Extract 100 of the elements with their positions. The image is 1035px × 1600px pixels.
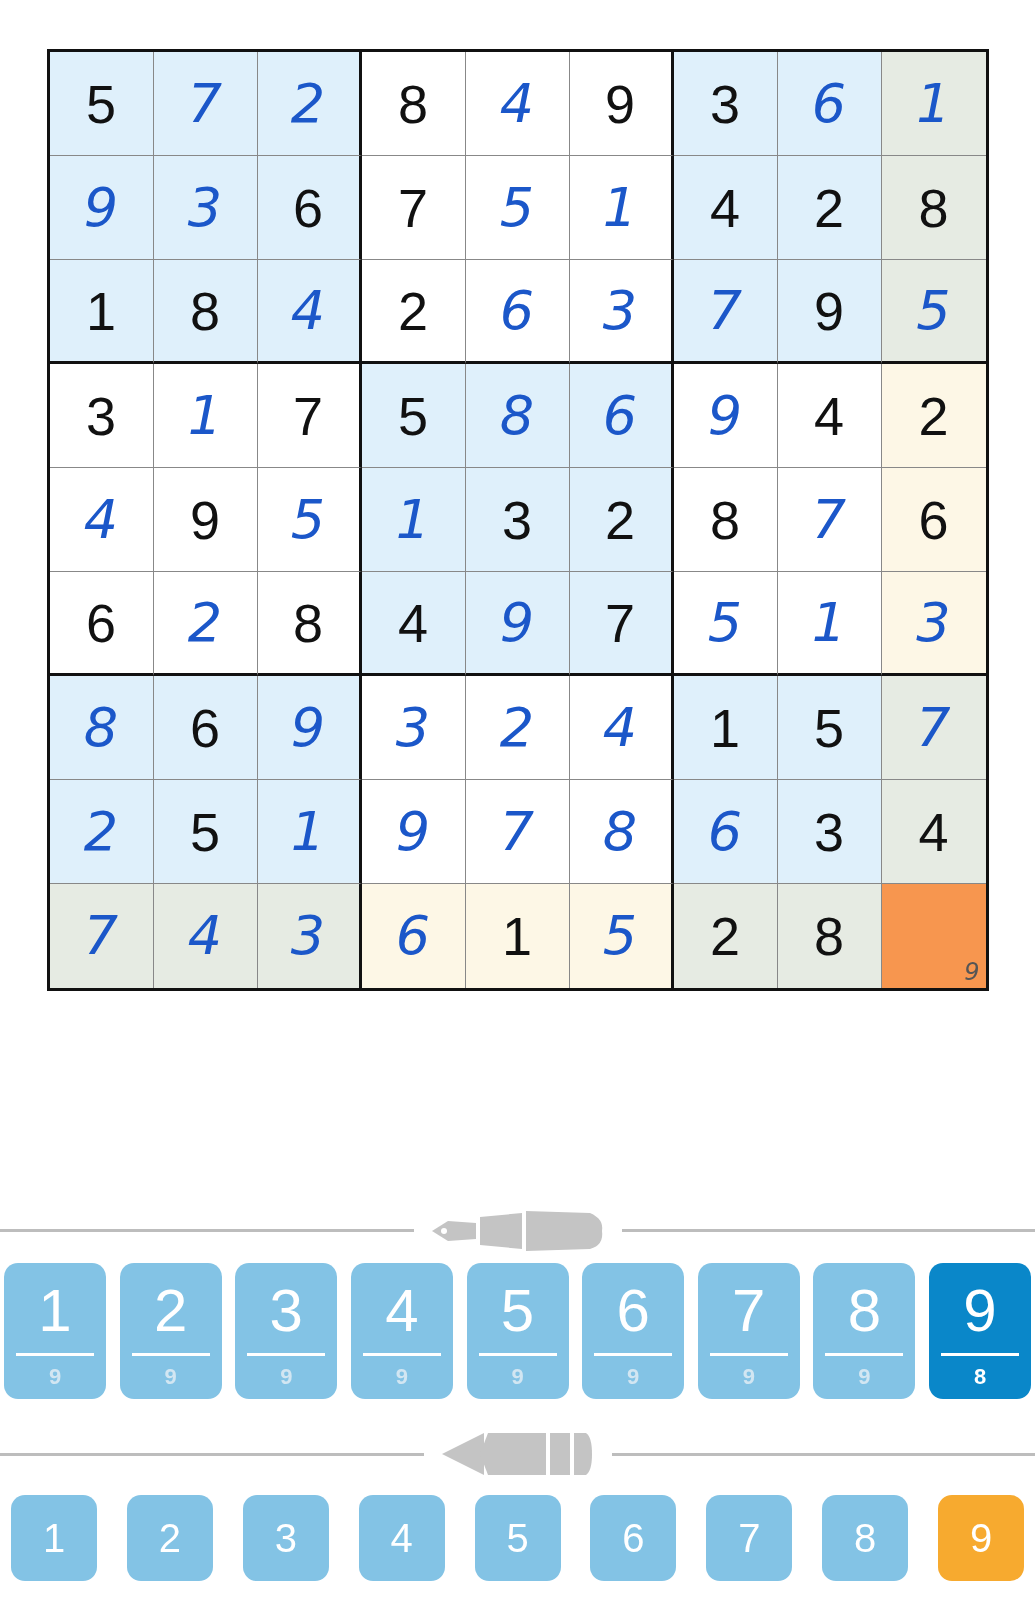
sudoku-cell[interactable]: 7: [153, 52, 258, 156]
sudoku-cell[interactable]: 1: [881, 52, 986, 156]
sudoku-cell[interactable]: 9: [673, 364, 778, 468]
cell-digit: 5: [397, 388, 428, 443]
sudoku-cell[interactable]: 1: [465, 884, 570, 988]
sudoku-cell[interactable]: 2: [361, 260, 466, 364]
sudoku-cell[interactable]: 7: [257, 364, 362, 468]
cell-digit: 8: [292, 595, 323, 650]
cell-digit: 2: [499, 700, 535, 755]
sudoku-cell[interactable]: 3: [257, 884, 362, 988]
sudoku-cell[interactable]: 4: [153, 884, 258, 988]
sudoku-cell[interactable]: 6: [673, 780, 778, 884]
sudoku-cell[interactable]: 3: [777, 780, 882, 884]
sudoku-cell[interactable]: 8: [673, 468, 778, 572]
sudoku-cell[interactable]: 8: [153, 260, 258, 364]
sudoku-cell[interactable]: 5: [257, 468, 362, 572]
sudoku-cell[interactable]: 7: [465, 780, 570, 884]
sudoku-cell[interactable]: 1: [673, 676, 778, 780]
digit-key[interactable]: 9 8: [929, 1263, 1031, 1399]
sudoku-cell[interactable]: 6: [153, 676, 258, 780]
sudoku-cell[interactable]: 8: [465, 364, 570, 468]
sudoku-cell[interactable]: 2: [881, 364, 986, 468]
cell-digit: 1: [602, 180, 638, 235]
sudoku-cell[interactable]: 7: [881, 676, 986, 780]
sudoku-cell[interactable]: 1: [361, 468, 466, 572]
cell-digit: 3: [501, 492, 532, 547]
sudoku-cell[interactable]: 6: [257, 156, 362, 260]
sudoku-cell[interactable]: 8: [569, 780, 674, 884]
cell-digit: 7: [499, 804, 535, 859]
sudoku-cell[interactable]: 3: [361, 676, 466, 780]
sudoku-cell[interactable]: 5: [569, 884, 674, 988]
sudoku-cell[interactable]: 8: [257, 572, 362, 676]
cell-digit: 5: [290, 492, 326, 547]
sudoku-cell[interactable]: 5: [49, 52, 154, 156]
cell-digit: 7: [707, 283, 743, 338]
sudoku-cell[interactable]: 8: [777, 884, 882, 988]
cell-digit: 4: [709, 180, 740, 235]
sudoku-cell[interactable]: 9: [361, 780, 466, 884]
sudoku-cell[interactable]: 9: [465, 572, 570, 676]
sudoku-cell[interactable]: 2: [673, 884, 778, 988]
sudoku-cell[interactable]: 4: [777, 364, 882, 468]
sudoku-cell[interactable]: 2: [153, 572, 258, 676]
sudoku-cell[interactable]: 2: [49, 780, 154, 884]
sudoku-cell[interactable]: 4: [361, 572, 466, 676]
sudoku-cell[interactable]: 5: [673, 572, 778, 676]
sudoku-cell[interactable]: 9: [49, 156, 154, 260]
sudoku-cell[interactable]: 1: [153, 364, 258, 468]
sudoku-cell[interactable]: 1: [569, 156, 674, 260]
sudoku-cell[interactable]: 2: [777, 156, 882, 260]
remaining-count: 9: [395, 1364, 408, 1390]
sudoku-cell[interactable]: 3: [569, 260, 674, 364]
sudoku-cell[interactable]: 6: [49, 572, 154, 676]
sudoku-cell[interactable]: 9: [881, 884, 986, 988]
sudoku-cell[interactable]: 8: [361, 52, 466, 156]
sudoku-cell[interactable]: 1: [49, 260, 154, 364]
sudoku-cell[interactable]: 7: [49, 884, 154, 988]
sudoku-cell[interactable]: 2: [465, 676, 570, 780]
sudoku-cell[interactable]: 9: [153, 468, 258, 572]
sudoku-cell[interactable]: 6: [569, 364, 674, 468]
sudoku-cell[interactable]: 1: [257, 780, 362, 884]
sudoku-cell[interactable]: 9: [569, 52, 674, 156]
cell-digit: 8: [397, 76, 428, 131]
sudoku-cell[interactable]: 4: [569, 676, 674, 780]
cell-digit: 6: [918, 492, 949, 547]
sudoku-cell[interactable]: 2: [257, 52, 362, 156]
cell-digit: 3: [813, 804, 844, 859]
sudoku-cell[interactable]: 2: [569, 468, 674, 572]
sudoku-cell[interactable]: 6: [361, 884, 466, 988]
sudoku-cell[interactable]: 6: [465, 260, 570, 364]
sudoku-cell[interactable]: 6: [881, 468, 986, 572]
sudoku-cell[interactable]: 6: [777, 52, 882, 156]
sudoku-cell[interactable]: 4: [257, 260, 362, 364]
sudoku-cell[interactable]: 9: [257, 676, 362, 780]
sudoku-cell[interactable]: 4: [881, 780, 986, 884]
sudoku-cell[interactable]: 5: [465, 156, 570, 260]
sudoku-cell[interactable]: 5: [361, 364, 466, 468]
sudoku-cell[interactable]: 1: [777, 572, 882, 676]
sudoku-cell[interactable]: 3: [881, 572, 986, 676]
sudoku-cell[interactable]: 8: [49, 676, 154, 780]
remaining-count: 9: [858, 1364, 871, 1390]
sudoku-cell[interactable]: 3: [673, 52, 778, 156]
sudoku-cell[interactable]: 3: [49, 364, 154, 468]
sudoku-cell[interactable]: 7: [777, 468, 882, 572]
sudoku-cell[interactable]: 4: [49, 468, 154, 572]
sudoku-cell[interactable]: 9: [777, 260, 882, 364]
sudoku-cell[interactable]: 7: [673, 260, 778, 364]
sudoku-cell[interactable]: 3: [465, 468, 570, 572]
sudoku-cell[interactable]: 7: [361, 156, 466, 260]
cell-digit: 2: [813, 180, 844, 235]
sudoku-cell[interactable]: 5: [153, 780, 258, 884]
cell-digit: 7: [604, 595, 635, 650]
sudoku-cell[interactable]: 7: [569, 572, 674, 676]
sudoku-cell[interactable]: 5: [881, 260, 986, 364]
sudoku-cell[interactable]: 3: [153, 156, 258, 260]
sudoku-cell[interactable]: 4: [673, 156, 778, 260]
sudoku-cell[interactable]: 4: [465, 52, 570, 156]
cell-digit: 6: [85, 595, 116, 650]
sudoku-cell[interactable]: 5: [777, 676, 882, 780]
cell-digit: 8: [602, 804, 638, 859]
sudoku-cell[interactable]: 8: [881, 156, 986, 260]
